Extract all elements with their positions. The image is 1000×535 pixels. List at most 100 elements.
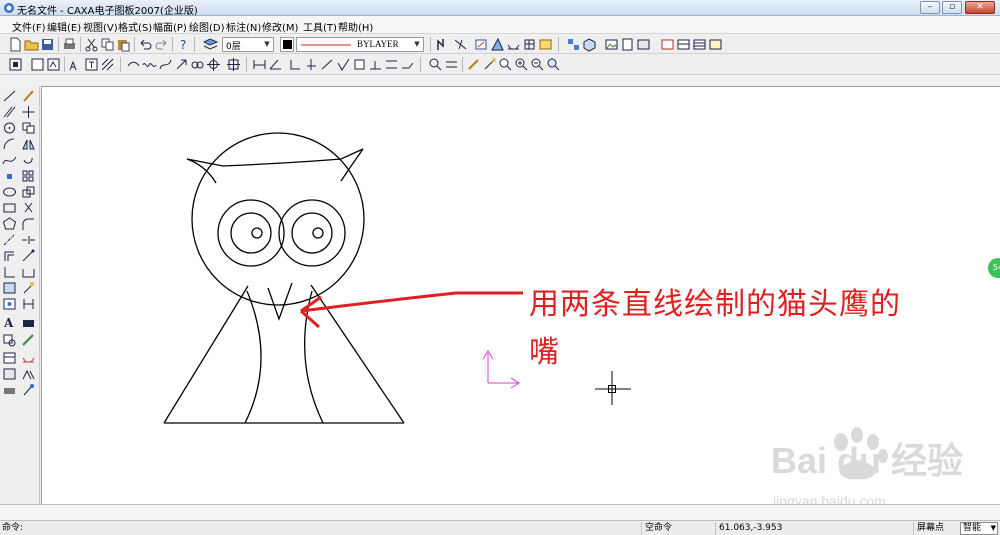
zoom-window-icon[interactable] <box>498 57 513 72</box>
cut-icon[interactable] <box>84 37 99 52</box>
menu-view[interactable]: 视图(V) <box>83 19 118 34</box>
break-tool-icon[interactable] <box>21 233 36 247</box>
explode-icon[interactable] <box>21 281 36 295</box>
pan-icon[interactable] <box>466 57 481 72</box>
stretch-icon[interactable] <box>21 265 36 279</box>
point-tool-icon[interactable] <box>2 169 17 183</box>
maximize-button[interactable]: ▫ <box>942 1 962 14</box>
menu-format[interactable]: 格式(S) <box>118 19 152 34</box>
database-icon[interactable] <box>2 367 17 381</box>
title-block-icon[interactable] <box>660 37 675 52</box>
parts-list-icon[interactable] <box>692 37 707 52</box>
copy-tool-icon[interactable] <box>21 121 36 135</box>
menu-draw[interactable]: 绘图(D) <box>189 19 225 34</box>
hatch-icon[interactable] <box>100 57 115 72</box>
sketch-tool-icon[interactable] <box>21 89 36 103</box>
menu-dimension[interactable]: 标注(N) <box>226 19 261 34</box>
color-select[interactable] <box>280 37 294 52</box>
mirror-icon[interactable] <box>21 137 36 151</box>
property-brush-icon[interactable] <box>21 333 36 347</box>
paste-icon[interactable] <box>116 37 131 52</box>
menu-sheet[interactable]: 幅面(P) <box>153 19 187 34</box>
fillet-icon[interactable] <box>21 217 36 231</box>
insert-image-icon[interactable] <box>604 37 619 52</box>
snap-mode-select[interactable]: 智能 ▼ <box>960 522 998 535</box>
open-folder-icon[interactable] <box>24 37 39 52</box>
crosshair-tool-icon[interactable] <box>226 57 241 72</box>
undo-icon[interactable] <box>138 37 153 52</box>
trim-tool-icon[interactable] <box>21 201 36 215</box>
grid-tool-icon[interactable] <box>522 37 537 52</box>
menu-tools[interactable]: 工具(T) <box>303 19 337 34</box>
paint-bucket-icon[interactable] <box>21 383 36 397</box>
zoom-in-icon[interactable] <box>514 57 529 72</box>
part-number-icon[interactable] <box>676 37 691 52</box>
rotate-icon[interactable] <box>21 153 36 167</box>
sheet-icon[interactable] <box>620 37 635 52</box>
drawing-canvas[interactable]: 用两条直线绘制的猫头鹰的 嘴 Bai du 经验 jingyan.baidu.c… <box>41 86 1000 509</box>
layer-select[interactable]: 0层 ▼ <box>222 37 274 52</box>
zoom-all-icon[interactable] <box>546 57 561 72</box>
equidistant-line-icon[interactable] <box>2 249 17 263</box>
line-tool-icon[interactable] <box>2 89 17 103</box>
text-insert-icon[interactable]: A <box>2 315 17 329</box>
text-box-icon[interactable] <box>84 57 99 72</box>
copy-icon[interactable] <box>100 37 115 52</box>
linear-dim-icon[interactable] <box>252 57 267 72</box>
menu-help[interactable]: 帮助(H) <box>338 19 373 34</box>
grid-settings-icon[interactable] <box>444 57 459 72</box>
query-icon[interactable] <box>474 37 489 52</box>
spline-icon[interactable] <box>158 57 173 72</box>
minimize-button[interactable]: – <box>920 1 940 14</box>
display-window-icon[interactable] <box>30 57 45 72</box>
coordinate-dim-icon[interactable] <box>304 57 319 72</box>
triangle-tool-icon[interactable] <box>490 37 505 52</box>
redraw-icon[interactable] <box>482 57 497 72</box>
array-icon[interactable] <box>21 169 36 183</box>
polygon-tool-icon[interactable] <box>2 217 17 231</box>
print-tool-icon[interactable] <box>2 383 17 397</box>
layer-icon[interactable] <box>203 37 218 52</box>
block-icon[interactable] <box>566 37 581 52</box>
scale-icon[interactable] <box>21 185 36 199</box>
move-icon[interactable] <box>21 105 36 119</box>
text-tool-icon[interactable] <box>68 57 83 72</box>
circle-tool-icon[interactable] <box>2 121 17 135</box>
layer-tool-icon[interactable] <box>2 351 17 365</box>
block-insert-icon[interactable] <box>2 297 17 311</box>
print-icon[interactable] <box>62 37 77 52</box>
center-line-tool-icon[interactable] <box>2 233 17 247</box>
menu-modify[interactable]: 修改(M) <box>262 19 298 34</box>
break-icon[interactable] <box>190 57 205 72</box>
close-button[interactable]: ✕ <box>965 1 995 14</box>
sheet-settings-icon[interactable] <box>708 37 723 52</box>
find-icon[interactable] <box>2 333 17 347</box>
radius-dim-icon[interactable] <box>288 57 303 72</box>
polyline-icon[interactable] <box>436 37 451 52</box>
offset-icon[interactable] <box>126 57 141 72</box>
chamfer-dim-icon[interactable] <box>320 57 335 72</box>
fit-view-icon[interactable] <box>8 57 23 72</box>
cube-icon[interactable] <box>582 37 597 52</box>
arrow-tool-icon[interactable] <box>174 57 189 72</box>
weld-icon[interactable] <box>368 57 383 72</box>
center-line-icon[interactable] <box>206 57 221 72</box>
roughness-icon[interactable] <box>336 57 351 72</box>
spline-tool-icon[interactable] <box>2 153 17 167</box>
save-icon[interactable] <box>40 37 55 52</box>
help-icon[interactable]: ? <box>176 37 191 52</box>
hatch-tool-icon[interactable] <box>2 281 17 295</box>
zoom-out-icon[interactable] <box>530 57 545 72</box>
trim-icon[interactable] <box>453 37 468 52</box>
text-style-icon[interactable] <box>538 37 553 52</box>
redo-icon[interactable] <box>154 37 169 52</box>
menu-edit[interactable]: 编辑(E) <box>47 19 81 34</box>
tolerance-icon[interactable] <box>384 57 399 72</box>
dimension-tool-icon[interactable] <box>506 37 521 52</box>
label-icon[interactable] <box>400 57 415 72</box>
dimension-style-icon[interactable] <box>21 351 36 365</box>
arc-tool-icon[interactable] <box>2 137 17 151</box>
extend-icon[interactable] <box>21 249 36 263</box>
datum-icon[interactable] <box>352 57 367 72</box>
part-library-icon[interactable] <box>21 367 36 381</box>
